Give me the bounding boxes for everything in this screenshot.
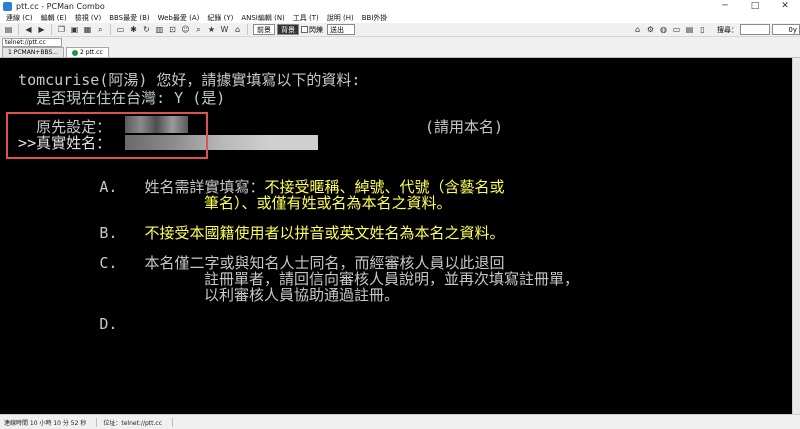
select-all-icon[interactable]: ▦ <box>82 24 93 35</box>
item-c-line3: 以利審核人員協助通過註冊。 <box>204 286 400 304</box>
menu-bar: 連線 (C) 編輯 (E) 檢視 (V) BBS最愛 (B) Web最愛 (A)… <box>0 12 800 23</box>
menu-connection[interactable]: 連線 (C) <box>2 13 37 23</box>
tab-label: 1 PCMAN+BBS... <box>8 49 58 56</box>
menu-bbi-plugin[interactable]: BBI外掛 <box>358 13 392 23</box>
user-icon[interactable]: ☺ <box>180 24 191 35</box>
item-a-marker: A. <box>0 178 145 196</box>
back-icon[interactable]: ◀ <box>23 24 34 35</box>
real-name-note: (請用本名) <box>425 118 504 136</box>
screen-icon[interactable]: ▭ <box>115 24 126 35</box>
menu-bbs-favorites[interactable]: BBS最愛 (B) <box>105 13 153 23</box>
address-input[interactable]: telnet://ptt.cc <box>2 37 62 47</box>
web-icon[interactable]: W <box>219 24 230 35</box>
menu-edit[interactable]: 編輯 (E) <box>37 13 71 23</box>
status-address: 位址：telnet://ptt.cc <box>103 417 174 427</box>
address-bar: telnet://ptt.cc <box>0 37 800 47</box>
paste-icon[interactable]: ▣ <box>69 24 80 35</box>
item-b-rule: 不接受本國籍使用者以拼音或英文姓名為本名之資料。 <box>144 224 505 242</box>
globe-icon[interactable]: ◍ <box>658 24 669 35</box>
toolbar-separator <box>18 24 19 35</box>
item-b-marker: B. <box>0 224 145 242</box>
search-label: 搜尋： <box>717 25 738 34</box>
forward-icon[interactable]: ▶ <box>36 24 47 35</box>
foreground-color-button[interactable]: 前景 <box>253 24 275 35</box>
tab-bar: 1 PCMAN+BBS... 2 ptt.cc <box>0 47 800 58</box>
tab-ptt[interactable]: 2 ptt.cc <box>66 47 109 57</box>
new-connection-icon[interactable]: ▤ <box>3 24 14 35</box>
item-a-rule2: 筆名）、或僅有姓或名為本名之資料。 <box>204 194 452 212</box>
send-select[interactable]: 送出 <box>327 24 355 35</box>
toolbar-separator <box>51 24 52 35</box>
window-title: ptt.cc - PCMan Combo <box>16 1 105 11</box>
menu-view[interactable]: 檢視 (V) <box>71 13 105 23</box>
doc-icon[interactable]: ▯ <box>697 24 708 35</box>
background-color-button[interactable]: 背景 <box>277 24 299 35</box>
menu-web-favorites[interactable]: Web最愛 (A) <box>154 13 204 23</box>
checkbox-box[interactable] <box>301 26 308 33</box>
annotation-highlight-box <box>6 112 208 159</box>
ansi-icon[interactable]: ▥ <box>154 24 165 35</box>
item-d-marker: D. <box>0 315 118 333</box>
toolbar-separator <box>110 24 111 35</box>
status-bar: 連線時間 10 小時 10 分 52 秒 位址：telnet://ptt.cc <box>0 414 800 429</box>
menu-ansi-edit[interactable]: ANSI編輯 (N) <box>237 13 288 23</box>
search-icon[interactable]: ⌕ <box>193 24 204 35</box>
ctrl-input[interactable]: 0y <box>772 24 800 35</box>
refresh-icon[interactable]: ↻ <box>141 24 152 35</box>
item-b-line: B. 不接受本國籍使用者以拼音或英文姓名為本名之資料。 <box>0 224 505 242</box>
star-icon[interactable]: ★ <box>206 24 217 35</box>
settings-icon[interactable]: ✱ <box>128 24 139 35</box>
toolbar-separator <box>247 24 248 35</box>
connection-time: 連線時間 10 小時 10 分 52 秒 <box>4 417 98 427</box>
app-icon <box>3 1 12 11</box>
toolbar: ▤ ◀ ▶ ❐ ▣ ▦ ⌕ ▭ ✱ ↻ ▥ ⊡ ☺ ⌕ ★ W ⌂ 前景 背景 … <box>0 23 800 37</box>
find-icon[interactable]: ⌕ <box>95 24 106 35</box>
residence-line: 是否現在住在台灣: Y (是) <box>0 89 226 107</box>
vertical-scrollbar[interactable] <box>792 58 800 414</box>
home-nav-icon[interactable]: ⌂ <box>632 24 643 35</box>
close-button[interactable]: ✕ <box>770 0 800 12</box>
search-input[interactable] <box>740 24 770 35</box>
blink-label: 閃爍 <box>309 25 323 34</box>
menu-help[interactable]: 說明 (H) <box>323 13 358 23</box>
menu-log[interactable]: 紀錄 (Y) <box>203 13 237 23</box>
blink-checkbox[interactable]: 閃爍 <box>301 25 323 35</box>
terminal-screen[interactable]: tomcurise(阿湯) 您好，請據實填寫以下的資料: 是否現在住在台灣: Y… <box>0 58 792 414</box>
window-icon[interactable]: ▭ <box>671 24 682 35</box>
item-c-marker: C. <box>0 254 145 272</box>
lock-icon[interactable]: ⊡ <box>167 24 178 35</box>
maximize-button[interactable]: □ <box>740 0 770 12</box>
tab-pcman-bbs[interactable]: 1 PCMAN+BBS... <box>2 47 64 57</box>
gear-icon[interactable]: ⚙ <box>645 24 656 35</box>
minimize-button[interactable]: ─ <box>710 0 740 12</box>
tab-label: 2 ptt.cc <box>80 49 103 56</box>
copy-icon[interactable]: ❐ <box>56 24 67 35</box>
title-bar: ptt.cc - PCMan Combo ─ □ ✕ <box>0 0 800 12</box>
connected-icon <box>72 49 78 56</box>
menu-tools[interactable]: 工具 (T) <box>289 13 323 23</box>
greeting-line: tomcurise(阿湯) 您好，請據實填寫以下的資料: <box>0 71 361 89</box>
layout-icon[interactable]: ▤ <box>684 24 695 35</box>
home-icon[interactable]: ⌂ <box>232 24 243 35</box>
